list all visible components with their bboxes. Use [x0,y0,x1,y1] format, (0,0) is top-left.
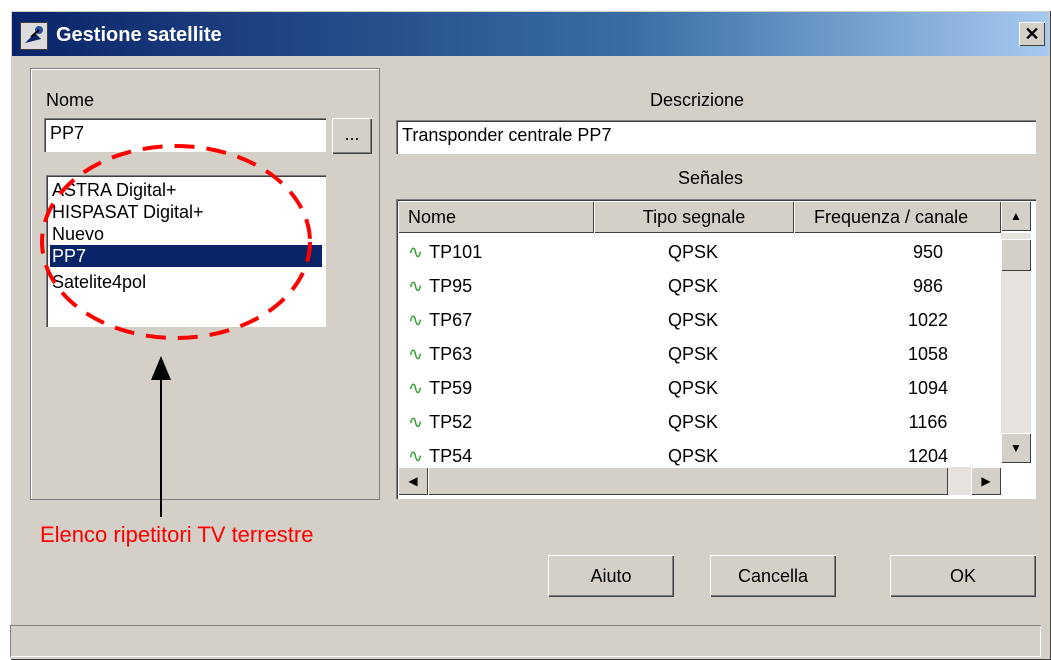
signal-name-cell: ∿ TP59 [408,371,472,405]
annotation-label: Elenco ripetitori TV terrestre [40,522,314,547]
ok-button[interactable]: OK [890,555,1036,597]
column-header-frequenza[interactable]: Frequenza / canale [794,201,1001,233]
column-header-nome[interactable]: Nome [398,201,594,233]
sine-wave-icon: ∿ [408,276,424,296]
title-bar[interactable]: Gestione satellite ✕ [12,12,1049,56]
satellite-app-icon [20,22,48,50]
nome-input[interactable]: PP7 [44,118,326,152]
sine-wave-icon: ∿ [408,378,424,398]
signal-name: TP101 [429,242,483,262]
signal-name-cell: ∿ TP67 [408,303,472,337]
vertical-scrollbar[interactable]: ▲ ▼ [1001,201,1031,463]
signal-name-cell: ∿ TP101 [408,235,482,269]
list-item[interactable]: Nuevo [50,223,322,245]
table-row[interactable]: ∿ TP52 QPSK 1166 [398,405,1002,439]
table-row[interactable]: ∿ TP67 QPSK 1022 [398,303,1002,337]
signal-freq-cell: 1204 [907,446,949,466]
signal-freq-cell: 950 [912,242,944,262]
signal-name-cell: ∿ TP63 [408,337,472,371]
signal-freq-cell: 1094 [907,378,949,398]
status-bar [10,625,1041,657]
signals-listview[interactable]: Nome Tipo segnale Frequenza / canale ∿ TP… [396,199,1036,499]
descrizione-input[interactable]: Transponder centrale PP7 [396,120,1036,154]
table-row[interactable]: ∿ TP54 QPSK 1204 [398,439,1002,467]
signal-freq-cell: 1022 [907,310,949,330]
close-button[interactable]: ✕ [1019,22,1045,46]
descrizione-label: Descrizione [650,90,745,110]
signal-type-cell: QPSK [668,344,719,364]
sine-wave-icon: ∿ [408,242,424,262]
scroll-up-button[interactable]: ▲ [1001,201,1031,231]
table-row[interactable]: ∿ TP101 QPSK 950 [398,235,1002,269]
signal-type-cell: QPSK [668,378,719,398]
signal-freq-cell: 1058 [907,344,949,364]
cancel-button[interactable]: Cancella [710,555,836,597]
help-button[interactable]: Aiuto [548,555,674,597]
sine-wave-icon: ∿ [408,344,424,364]
sine-wave-icon: ∿ [408,310,424,330]
signal-freq-cell: 1166 [908,412,948,432]
scroll-left-button[interactable]: ◀ [398,467,428,495]
horizontal-scrollbar[interactable]: ◀ ▶ [398,467,1001,495]
signal-name: TP54 [429,446,473,466]
nome-label: Nome [46,90,95,110]
senales-label: Señales [678,168,744,188]
scroll-right-button[interactable]: ▶ [971,467,1001,495]
list-item[interactable]: ASTRA Digital+ [50,179,322,201]
signal-type-cell: QPSK [668,276,719,296]
scroll-thumb[interactable] [1001,239,1031,271]
list-item[interactable]: Satelite4pol [50,271,322,293]
sine-wave-icon: ∿ [408,412,424,432]
list-item[interactable]: HISPASAT Digital+ [50,201,322,223]
table-row[interactable]: ∿ TP59 QPSK 1094 [398,371,1002,405]
signal-name: TP52 [429,412,473,432]
list-item-selected[interactable]: PP7 [50,245,322,267]
signal-freq-cell: 986 [912,276,944,296]
window-title: Gestione satellite [56,24,222,46]
signal-name-cell: ∿ TP52 [408,405,472,439]
sine-wave-icon: ∿ [408,446,424,466]
table-row[interactable]: ∿ TP63 QPSK 1058 [398,337,1002,371]
dialog-window: Gestione satellite ✕ Nome PP7 ... ASTRA … [10,10,1051,660]
signal-type-cell: QPSK [668,412,719,432]
signal-name: TP95 [429,276,473,296]
browse-button[interactable]: ... [332,118,372,154]
scroll-thumb-horizontal[interactable] [428,467,948,495]
signal-name: TP59 [429,378,473,398]
column-header-tipo[interactable]: Tipo segnale [594,201,794,233]
table-row[interactable]: ∿ TP95 QPSK 986 [398,269,1002,303]
signal-name-cell: ∿ TP54 [408,439,472,467]
signal-name-cell: ∿ TP95 [408,269,472,303]
signal-type-cell: QPSK [668,242,719,262]
signal-name: TP67 [429,310,473,330]
signal-name: TP63 [429,344,473,364]
satellite-listbox[interactable]: ASTRA Digital+ HISPASAT Digital+ Nuevo P… [46,175,326,327]
signal-type-cell: QPSK [668,310,719,330]
close-icon: ✕ [1024,24,1040,44]
scroll-down-button[interactable]: ▼ [1001,433,1031,463]
signal-type-cell: QPSK [668,446,719,466]
